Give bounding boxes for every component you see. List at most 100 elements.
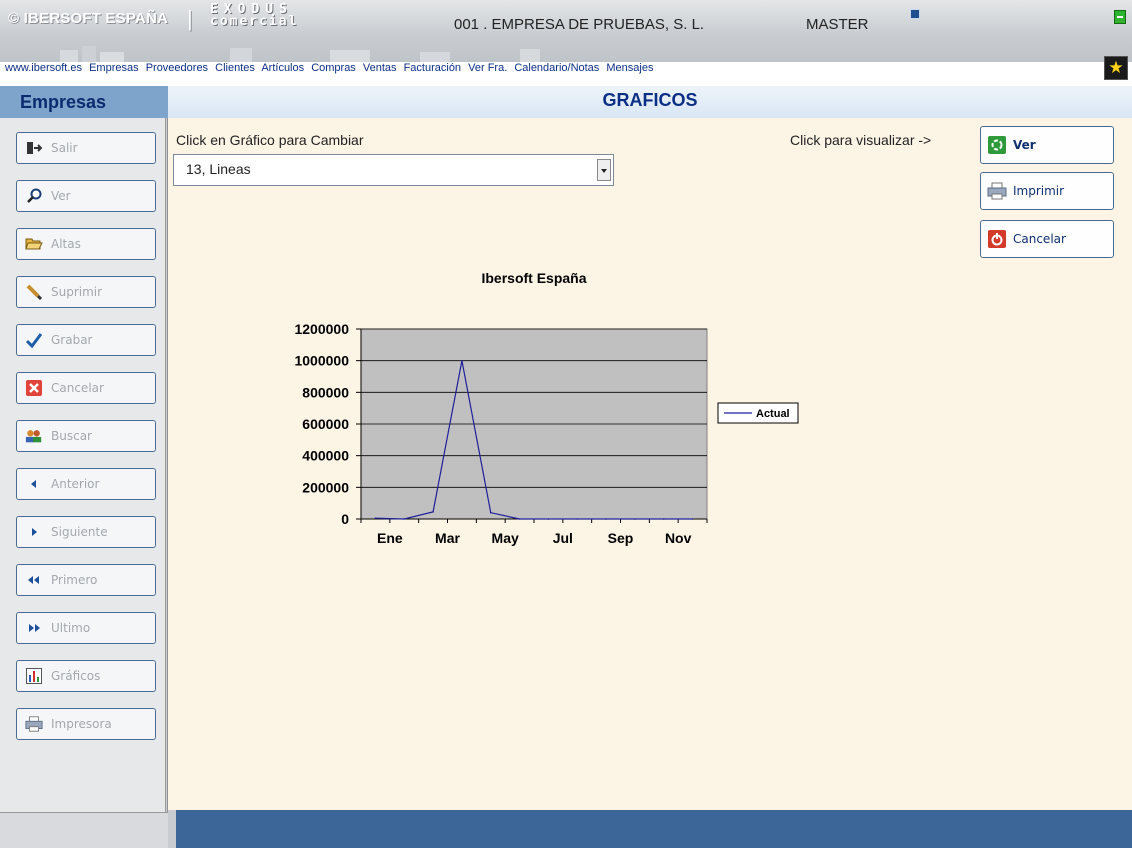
primero-label: Primero <box>51 573 98 587</box>
suprimir-button[interactable]: Suprimir <box>16 276 156 308</box>
chart-type-select-value: 13, Lineas <box>186 161 251 177</box>
y-tick-label: 800000 <box>302 384 349 400</box>
nav-link-facturacion[interactable]: Facturación <box>404 62 461 74</box>
nav-link-website[interactable]: www.ibersoft.es <box>5 62 82 74</box>
exodus-logo-bottom: comercial <box>210 14 299 29</box>
nav-link-proveedores[interactable]: Proveedores <box>146 62 208 74</box>
ver-button-label: Ver <box>1013 138 1036 152</box>
chart-type-select[interactable]: 13, Lineas <box>173 154 614 186</box>
nav-link-clientes[interactable]: Clientes <box>215 62 255 74</box>
nav-link-mensajes[interactable]: Mensajes <box>606 62 653 74</box>
page-title: GRAFICOS <box>602 90 698 110</box>
x-tick-label: Sep <box>608 530 634 546</box>
y-tick-label: 1200000 <box>294 321 349 337</box>
data-point <box>662 518 665 520</box>
y-tick-label: 600000 <box>302 416 349 432</box>
star-icon[interactable]: ★ <box>1104 56 1128 80</box>
main-header: GRAFICOS <box>168 86 1132 118</box>
nav-link-ver-fra[interactable]: Ver Fra. <box>468 62 507 74</box>
x-tick-label: Mar <box>435 530 460 546</box>
impresora-label: Impresora <box>51 717 112 731</box>
ver-button[interactable]: Ver <box>980 126 1114 164</box>
checkmark-icon <box>25 331 43 349</box>
chevron-down-icon[interactable] <box>597 159 611 181</box>
y-tick-label: 0 <box>341 511 349 527</box>
primero-button[interactable]: Primero <box>16 564 156 596</box>
y-tick-label: 200000 <box>302 479 349 495</box>
window-icon[interactable] <box>910 9 920 19</box>
printer-icon <box>987 181 1007 201</box>
graficos-button[interactable]: Gráficos <box>16 660 156 692</box>
power-icon <box>987 229 1007 249</box>
salir-label: Salir <box>51 141 78 155</box>
nav-link-empresas[interactable]: Empresas <box>89 62 139 74</box>
siguiente-label: Siguiente <box>51 525 108 539</box>
data-point <box>461 359 463 362</box>
skyline-decoration <box>60 46 540 62</box>
data-point <box>489 511 492 514</box>
data-point <box>605 518 607 520</box>
sidebar-title: Empresas <box>0 86 168 118</box>
buscar-label: Buscar <box>51 429 92 443</box>
y-tick-label: 1000000 <box>294 353 349 369</box>
altas-button[interactable]: Altas <box>16 228 156 260</box>
graficos-label: Gráficos <box>51 669 101 683</box>
bar-chart-icon <box>25 667 43 685</box>
sidebar: Empresas Salir Ver Altas Suprimir Grabar… <box>0 86 168 848</box>
line-chart: Ibersoft España 0 200000 400000 600000 800000… <box>294 270 799 546</box>
magnifier-icon <box>25 187 43 205</box>
data-point <box>374 517 377 520</box>
arrow-left-icon <box>25 475 43 493</box>
ver-sidebar-button[interactable]: Ver <box>16 180 156 212</box>
x-tick-label: May <box>492 530 519 546</box>
nav-link-calendario[interactable]: Calendario/Notas <box>514 62 599 74</box>
grabar-label: Grabar <box>51 333 93 347</box>
red-x-icon <box>25 379 43 397</box>
anterior-button[interactable]: Anterior <box>16 468 156 500</box>
chart-title: Ibersoft España <box>481 270 586 286</box>
double-arrow-left-icon <box>25 571 43 589</box>
exodus-logo: EXODUS comercial <box>210 3 346 29</box>
buscar-button[interactable]: Buscar <box>16 420 156 452</box>
pencil-icon <box>25 283 43 301</box>
data-point <box>691 518 694 520</box>
grabar-button[interactable]: Grabar <box>16 324 156 356</box>
x-tick-label: Ene <box>377 530 403 546</box>
cancelar-sidebar-button[interactable]: Cancelar <box>16 372 156 404</box>
altas-label: Altas <box>51 237 81 251</box>
brand-label: © IBERSOFT ESPAÑA <box>8 10 169 27</box>
user-name: MASTER <box>806 16 869 33</box>
minimize-icon[interactable] <box>1114 10 1126 24</box>
x-tick-label: Nov <box>665 530 692 546</box>
legend-label: Actual <box>756 408 790 420</box>
ultimo-button[interactable]: Ultimo <box>16 612 156 644</box>
company-name: 001 . EMPRESA DE PRUEBAS, S. L. <box>454 16 705 33</box>
imprimir-button-label: Imprimir <box>1013 184 1065 198</box>
top-header-bar: © IBERSOFT ESPAÑA | EXODUS comercial 001… <box>0 0 1132 62</box>
folder-open-icon <box>25 235 43 253</box>
nav-menu: www.ibersoft.es Empresas Proveedores Cli… <box>5 62 1095 78</box>
ultimo-label: Ultimo <box>51 621 91 635</box>
visualizar-label: Click para visualizar -> <box>790 132 932 148</box>
nav-link-compras[interactable]: Compras <box>311 62 356 74</box>
imprimir-button[interactable]: Imprimir <box>980 172 1114 210</box>
salir-button[interactable]: Salir <box>16 132 156 164</box>
cancelar-sidebar-label: Cancelar <box>51 381 104 395</box>
cancelar-button[interactable]: Cancelar <box>980 220 1114 258</box>
siguiente-button[interactable]: Siguiente <box>16 516 156 548</box>
data-point <box>634 518 636 520</box>
data-point <box>518 518 521 520</box>
sidebar-button-list: Salir Ver Altas Suprimir Grabar Cancelar… <box>0 118 166 812</box>
printer-icon <box>25 715 43 733</box>
brand-separator: | <box>187 6 193 31</box>
impresora-button[interactable]: Impresora <box>16 708 156 740</box>
anterior-label: Anterior <box>51 477 100 491</box>
main-footer-bar <box>168 810 1132 848</box>
y-tick-label: 400000 <box>302 448 349 464</box>
data-point <box>403 518 406 520</box>
chart-select-label: Click en Gráfico para Cambiar <box>176 132 364 148</box>
arrow-right-icon <box>25 523 43 541</box>
nav-link-articulos[interactable]: Artículos <box>261 62 304 74</box>
nav-link-ventas[interactable]: Ventas <box>363 62 397 74</box>
x-tick-label: Jul <box>553 530 573 546</box>
